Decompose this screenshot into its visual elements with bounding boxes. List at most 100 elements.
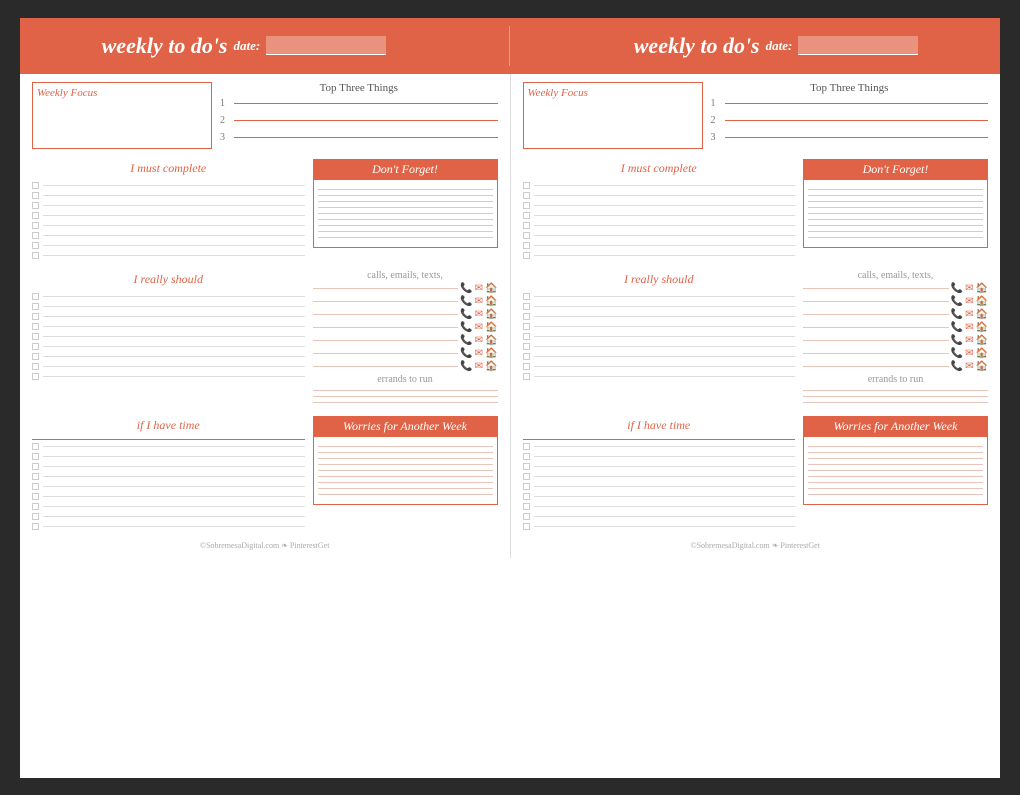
- right-top-three: Top Three Things 1 2 3: [711, 82, 989, 149]
- right-iftime-row: if I have time Worries for Another Week: [523, 416, 989, 533]
- right-dont-forget: Don't Forget!: [803, 159, 988, 262]
- date-input-right[interactable]: [798, 36, 918, 55]
- right-call-item: 📞 ✉ 🏠: [803, 335, 988, 346]
- date-label-left: date:: [234, 38, 261, 54]
- header-title-right: weekly to do's: [634, 33, 760, 59]
- left-should-item: [32, 343, 305, 350]
- right-should-item: [523, 313, 796, 320]
- right-should-item: [523, 373, 796, 380]
- left-should-label: I really should: [32, 270, 305, 289]
- left-iftime-list: if I have time: [32, 416, 305, 533]
- right-must-item: [523, 192, 796, 199]
- left-call-item: 📞 ✉ 🏠: [313, 283, 498, 294]
- right-worries-label: Worries for Another Week: [803, 416, 988, 437]
- left-iftime-label: if I have time: [32, 416, 305, 435]
- page-header: weekly to do's date: weekly to do's date…: [20, 18, 1000, 74]
- left-iftime-item: [32, 493, 305, 500]
- right-iftime-list: if I have time: [523, 416, 796, 533]
- right-calls-label: calls, emails, texts,: [803, 270, 988, 281]
- right-iftime-item: [523, 523, 796, 530]
- right-weekly-focus-label: Weekly Focus: [528, 87, 698, 99]
- left-iftime-item: [32, 453, 305, 460]
- right-top-section: Weekly Focus Top Three Things 1 2 3: [523, 82, 989, 149]
- left-weekly-focus-box[interactable]: Weekly Focus: [32, 82, 212, 149]
- date-input-left[interactable]: [266, 36, 386, 55]
- left-worries-content: [313, 437, 498, 505]
- left-should-list: I really should: [32, 270, 305, 408]
- right-iftime-item: [523, 493, 796, 500]
- right-must-item: [523, 212, 796, 219]
- right-iftime-item: [523, 473, 796, 480]
- left-call-item: 📞 ✉ 🏠: [313, 309, 498, 320]
- date-label-right: date:: [766, 38, 793, 54]
- right-should-item: [523, 323, 796, 330]
- left-top-three-item-2: 2: [220, 115, 498, 126]
- header-divider: [509, 26, 510, 66]
- left-must-label: I must complete: [32, 159, 305, 178]
- right-should-item: [523, 343, 796, 350]
- right-call-item: 📞 ✉ 🏠: [803, 296, 988, 307]
- left-top-three: Top Three Things 1 2 3: [220, 82, 498, 149]
- left-should-item: [32, 293, 305, 300]
- right-call-item: 📞 ✉ 🏠: [803, 361, 988, 372]
- right-iftime-item: [523, 483, 796, 490]
- right-must-item: [523, 182, 796, 189]
- left-call-item: 📞 ✉ 🏠: [313, 296, 498, 307]
- right-call-item: 📞 ✉ 🏠: [803, 322, 988, 333]
- main-columns: Weekly Focus Top Three Things 1 2 3: [20, 74, 1000, 558]
- right-must-item: [523, 202, 796, 209]
- right-should-item: [523, 353, 796, 360]
- header-right: weekly to do's date:: [634, 33, 919, 59]
- left-iftime-item: [32, 503, 305, 510]
- right-iftime-item: [523, 453, 796, 460]
- left-iftime-item: [32, 473, 305, 480]
- right-top-three-item-1: 1: [711, 98, 989, 109]
- left-worries: Worries for Another Week: [313, 416, 498, 533]
- right-should-list: I really should: [523, 270, 796, 408]
- left-iftime-row: if I have time Worries for Another Week: [32, 416, 498, 533]
- left-should-item: [32, 373, 305, 380]
- right-weekly-focus-box[interactable]: Weekly Focus: [523, 82, 703, 149]
- right-top-three-item-3: 3: [711, 132, 989, 143]
- left-should-item: [32, 303, 305, 310]
- left-top-three-item-3: 3: [220, 132, 498, 143]
- left-iftime-item: [32, 463, 305, 470]
- left-iftime-item: [32, 443, 305, 450]
- header-title-left: weekly to do's: [102, 33, 228, 59]
- left-weekly-focus-label: Weekly Focus: [37, 87, 207, 99]
- right-must-list: I must complete: [523, 159, 796, 262]
- right-footer: ©SobremesaDigital.com ❧ PinterestGet: [523, 541, 989, 550]
- right-iftime-item: [523, 513, 796, 520]
- left-must-list: I must complete: [32, 159, 305, 262]
- right-should-item: [523, 363, 796, 370]
- right-calls-box: calls, emails, texts, 📞 ✉ 🏠 📞 ✉ 🏠: [803, 270, 988, 408]
- left-errands-label: errands to run: [313, 374, 498, 385]
- left-iftime-item: [32, 513, 305, 520]
- left-must-item: [32, 212, 305, 219]
- right-must-row: I must complete Don't Forget!: [523, 159, 989, 262]
- left-call-item: 📞 ✉ 🏠: [313, 322, 498, 333]
- left-calls-label: calls, emails, texts,: [313, 270, 498, 281]
- left-should-item: [32, 333, 305, 340]
- left-dont-forget-label: Don't Forget!: [313, 159, 498, 180]
- right-should-label: I really should: [523, 270, 796, 289]
- left-iftime-item: [32, 483, 305, 490]
- left-dont-forget-content: [313, 180, 498, 248]
- left-top-three-item-1: 1: [220, 98, 498, 109]
- left-should-item: [32, 363, 305, 370]
- left-must-row: I must complete Don't Forget!: [32, 159, 498, 262]
- right-should-row: I really should calls, emails, texts,: [523, 270, 989, 408]
- left-must-item: [32, 202, 305, 209]
- right-must-item: [523, 222, 796, 229]
- left-worries-label: Worries for Another Week: [313, 416, 498, 437]
- left-should-item: [32, 353, 305, 360]
- left-should-item: [32, 313, 305, 320]
- left-footer: ©SobremesaDigital.com ❧ PinterestGet: [32, 541, 498, 550]
- left-must-item: [32, 192, 305, 199]
- right-iftime-label: if I have time: [523, 416, 796, 435]
- right-should-item: [523, 303, 796, 310]
- right-iftime-item: [523, 443, 796, 450]
- left-must-item: [32, 222, 305, 229]
- right-errands-label: errands to run: [803, 374, 988, 385]
- left-call-item: 📞 ✉ 🏠: [313, 361, 498, 372]
